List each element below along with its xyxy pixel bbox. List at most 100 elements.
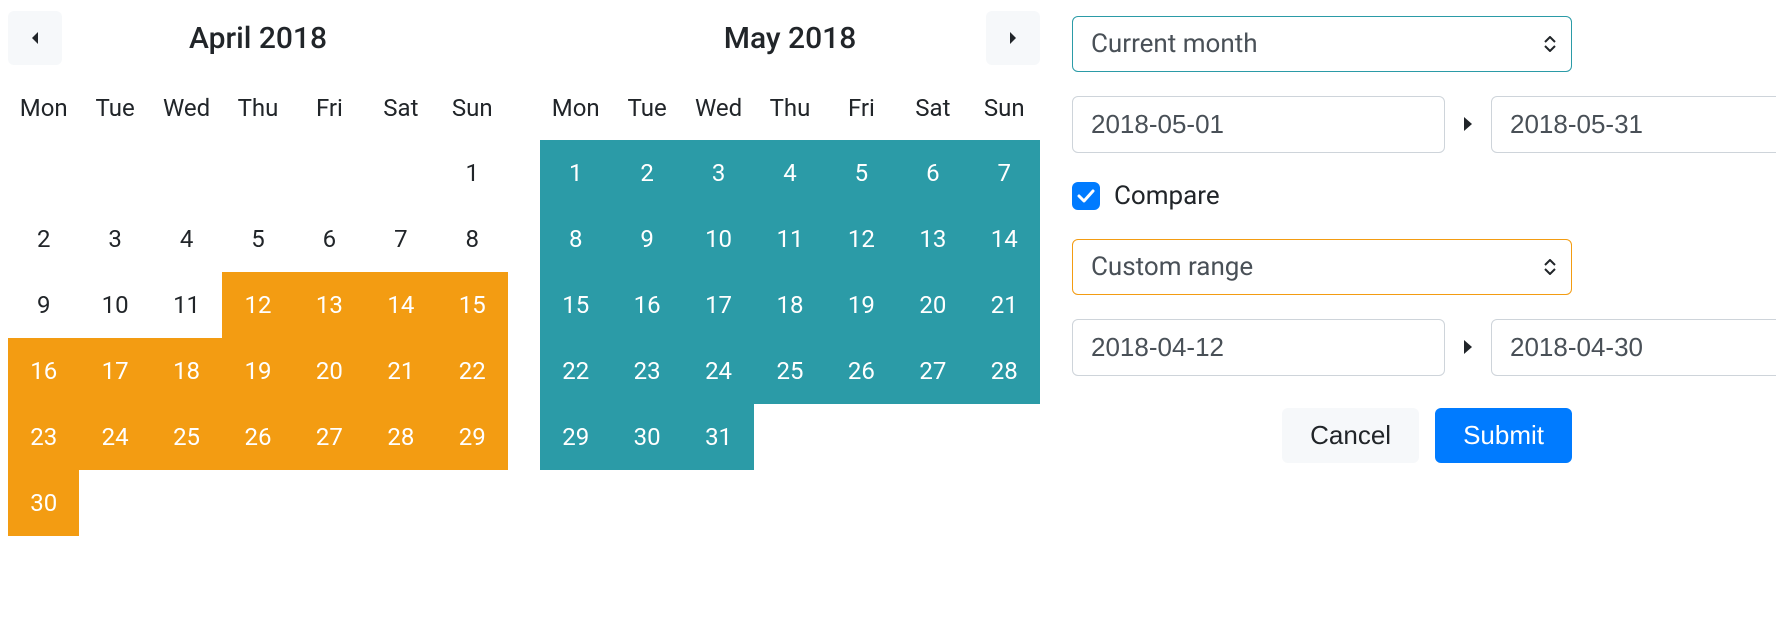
day-cell[interactable]: 8 xyxy=(540,206,611,272)
day-cell[interactable]: 13 xyxy=(294,272,365,338)
day-cell[interactable]: 27 xyxy=(294,404,365,470)
compare-date-row xyxy=(1072,319,1572,376)
day-cell[interactable]: 22 xyxy=(437,338,508,404)
day-cell[interactable]: 19 xyxy=(826,272,897,338)
calendar-title: May 2018 xyxy=(724,21,857,56)
calendar-header: April 2018 xyxy=(8,8,508,68)
weekday-label: Thu xyxy=(222,88,293,128)
day-empty xyxy=(294,140,365,206)
day-cell[interactable]: 30 xyxy=(8,470,79,536)
day-cell[interactable]: 15 xyxy=(437,272,508,338)
day-cell[interactable]: 2 xyxy=(611,140,682,206)
day-cell[interactable]: 11 xyxy=(754,206,825,272)
day-cell[interactable]: 17 xyxy=(79,338,150,404)
prev-month-button[interactable] xyxy=(8,11,62,65)
day-cell[interactable]: 18 xyxy=(151,338,222,404)
day-cell[interactable]: 26 xyxy=(222,404,293,470)
day-cell[interactable]: 20 xyxy=(294,338,365,404)
day-cell[interactable]: 3 xyxy=(683,140,754,206)
day-cell[interactable]: 16 xyxy=(611,272,682,338)
compare-end-input[interactable] xyxy=(1491,319,1776,376)
day-cell[interactable]: 2 xyxy=(8,206,79,272)
weekday-row: MonTueWedThuFriSatSun xyxy=(540,88,1040,128)
weekday-label: Sat xyxy=(365,88,436,128)
compare-start-input[interactable] xyxy=(1072,319,1445,376)
day-cell[interactable]: 25 xyxy=(754,338,825,404)
weekday-label: Tue xyxy=(79,88,150,128)
day-cell[interactable]: 9 xyxy=(8,272,79,338)
day-cell[interactable]: 24 xyxy=(683,338,754,404)
weekday-label: Mon xyxy=(540,88,611,128)
day-cell[interactable]: 20 xyxy=(897,272,968,338)
day-cell[interactable]: 18 xyxy=(754,272,825,338)
day-cell[interactable]: 29 xyxy=(437,404,508,470)
days-grid: 1234567891011121314151617181920212223242… xyxy=(8,140,508,536)
weekday-label: Thu xyxy=(754,88,825,128)
day-cell[interactable]: 5 xyxy=(222,206,293,272)
day-cell[interactable]: 30 xyxy=(611,404,682,470)
day-cell[interactable]: 12 xyxy=(826,206,897,272)
day-empty xyxy=(222,140,293,206)
day-cell[interactable]: 11 xyxy=(151,272,222,338)
day-cell[interactable]: 16 xyxy=(8,338,79,404)
calendar-1: May 2018MonTueWedThuFriSatSun12345678910… xyxy=(540,8,1040,536)
weekday-label: Wed xyxy=(683,88,754,128)
day-cell[interactable]: 1 xyxy=(540,140,611,206)
day-cell[interactable]: 22 xyxy=(540,338,611,404)
day-cell[interactable]: 31 xyxy=(683,404,754,470)
check-icon xyxy=(1077,189,1095,203)
compare-checkbox[interactable] xyxy=(1072,182,1100,210)
day-cell[interactable]: 28 xyxy=(365,404,436,470)
day-cell[interactable]: 10 xyxy=(683,206,754,272)
primary-start-input[interactable] xyxy=(1072,96,1445,153)
day-cell[interactable]: 7 xyxy=(365,206,436,272)
days-grid: 1234567891011121314151617181920212223242… xyxy=(540,140,1040,470)
day-cell[interactable]: 27 xyxy=(897,338,968,404)
day-cell[interactable]: 3 xyxy=(79,206,150,272)
day-cell[interactable]: 14 xyxy=(365,272,436,338)
day-cell[interactable]: 7 xyxy=(969,140,1040,206)
day-cell[interactable]: 26 xyxy=(826,338,897,404)
day-cell[interactable]: 8 xyxy=(437,206,508,272)
day-cell[interactable]: 28 xyxy=(969,338,1040,404)
day-cell[interactable]: 1 xyxy=(437,140,508,206)
day-cell[interactable]: 29 xyxy=(540,404,611,470)
day-cell[interactable]: 9 xyxy=(611,206,682,272)
day-cell[interactable]: 23 xyxy=(611,338,682,404)
day-cell[interactable]: 5 xyxy=(826,140,897,206)
next-month-button[interactable] xyxy=(986,11,1040,65)
day-cell[interactable]: 12 xyxy=(222,272,293,338)
day-cell[interactable]: 6 xyxy=(897,140,968,206)
arrow-right-icon xyxy=(1461,336,1475,360)
day-cell[interactable]: 6 xyxy=(294,206,365,272)
day-empty xyxy=(365,140,436,206)
compare-preset-select-wrap: Custom range xyxy=(1072,239,1572,295)
weekday-label: Tue xyxy=(611,88,682,128)
day-cell[interactable]: 15 xyxy=(540,272,611,338)
day-empty xyxy=(151,140,222,206)
day-cell[interactable]: 21 xyxy=(969,272,1040,338)
weekday-label: Wed xyxy=(151,88,222,128)
cancel-button[interactable]: Cancel xyxy=(1282,408,1419,463)
actions-row: Cancel Submit xyxy=(1072,408,1572,463)
day-cell[interactable]: 24 xyxy=(79,404,150,470)
compare-preset-select[interactable]: Custom range xyxy=(1072,239,1572,295)
day-cell[interactable]: 25 xyxy=(151,404,222,470)
primary-preset-select[interactable]: Current month xyxy=(1072,16,1572,72)
weekday-label: Fri xyxy=(294,88,365,128)
day-cell[interactable]: 19 xyxy=(222,338,293,404)
primary-end-input[interactable] xyxy=(1491,96,1776,153)
weekday-label: Fri xyxy=(826,88,897,128)
calendar-0: April 2018MonTueWedThuFriSatSun123456789… xyxy=(8,8,508,536)
day-cell[interactable]: 17 xyxy=(683,272,754,338)
day-cell[interactable]: 4 xyxy=(151,206,222,272)
chevron-right-icon xyxy=(1008,31,1018,45)
day-cell[interactable]: 4 xyxy=(754,140,825,206)
day-cell[interactable]: 14 xyxy=(969,206,1040,272)
day-cell[interactable]: 21 xyxy=(365,338,436,404)
submit-button[interactable]: Submit xyxy=(1435,408,1572,463)
day-cell[interactable]: 13 xyxy=(897,206,968,272)
day-cell[interactable]: 23 xyxy=(8,404,79,470)
day-cell[interactable]: 10 xyxy=(79,272,150,338)
weekday-label: Mon xyxy=(8,88,79,128)
